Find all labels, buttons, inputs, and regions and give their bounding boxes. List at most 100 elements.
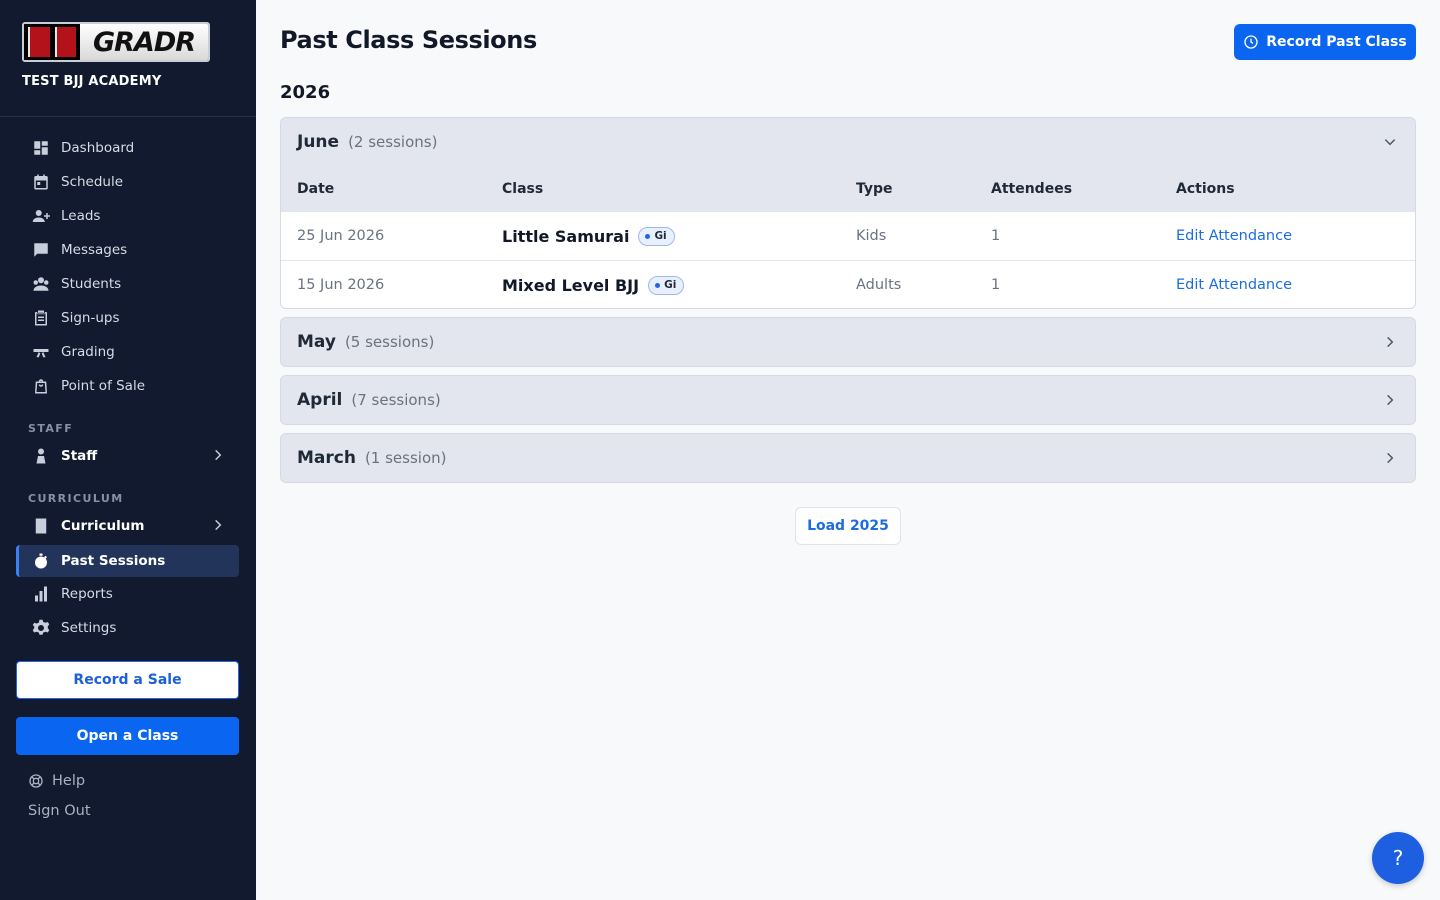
edit-attendance-link[interactable]: Edit Attendance [1176, 261, 1292, 308]
book-icon [32, 517, 50, 535]
sidebar-item-label: Staff [61, 448, 98, 464]
table-row: 25 Jun 2026 Little Samurai Gi Kids 1 Edi… [281, 211, 1415, 260]
class-name: Little Samurai [502, 226, 630, 246]
session-date: 25 Jun 2026 [297, 228, 385, 244]
class-cell: Little Samurai Gi [502, 212, 675, 260]
session-count: (7 sessions) [351, 391, 441, 409]
sidebar-item-reports[interactable]: Reports [16, 578, 239, 610]
chevron-down-icon [1384, 139, 1396, 146]
staff-section-label: STAFF [28, 422, 74, 435]
sidebar-item-label: Dashboard [61, 140, 135, 156]
gi-badge: Gi [648, 275, 685, 295]
curriculum-section-label: CURRICULUM [28, 492, 124, 505]
year-heading: 2026 [280, 82, 331, 103]
sidebar-item-staff[interactable]: Staff [16, 440, 239, 472]
chevron-right-icon [1387, 394, 1394, 406]
class-type: Adults [856, 277, 902, 293]
session-count: (1 session) [364, 449, 447, 467]
sign-out-link[interactable]: Sign Out [28, 803, 91, 819]
gear-icon [32, 619, 50, 637]
class-name: Mixed Level BJJ [502, 275, 640, 295]
sidebar-item-point-of-sale[interactable]: Point of Sale [16, 370, 239, 402]
lifebuoy-icon [29, 774, 43, 788]
sidebar-item-label: Messages [61, 242, 128, 258]
sidebar-item-curriculum[interactable]: Curriculum [16, 510, 239, 542]
sidebar-item-students[interactable]: Students [16, 268, 239, 300]
sidebar-item-label: Settings [61, 620, 117, 636]
badge-label: Gi [664, 279, 677, 291]
help-label: Help [52, 773, 86, 789]
sidebar-item-messages[interactable]: Messages [16, 234, 239, 266]
sidebar: GRADR TEST BJJ ACADEMY Dashboard Schedul… [0, 0, 256, 900]
month-name: March [297, 448, 356, 468]
column-header-type: Type [856, 180, 893, 197]
dot-icon [645, 233, 651, 239]
load-2025-button[interactable]: Load 2025 [795, 507, 901, 545]
sidebar-item-label: Schedule [61, 174, 124, 190]
open-class-button[interactable]: Open a Class [16, 717, 239, 755]
table-row: 15 Jun 2026 Mixed Level BJJ Gi Adults 1 … [281, 260, 1415, 308]
person-icon [32, 447, 50, 465]
calendar-icon [32, 173, 50, 191]
month-name: May [297, 332, 336, 352]
table-header: Date Class Type Attendees Actions [281, 166, 1415, 211]
sidebar-item-settings[interactable]: Settings [16, 612, 239, 644]
record-sale-button[interactable]: Record a Sale [16, 661, 239, 699]
month-group-june: June (2 sessions) Date Class Type Attend… [280, 117, 1416, 309]
academy-name: TEST BJJ ACADEMY [22, 74, 162, 89]
sidebar-item-grading[interactable]: Grading [16, 336, 239, 368]
attendee-count: 1 [991, 277, 1001, 293]
clock-icon [1244, 35, 1258, 49]
edit-attendance-link[interactable]: Edit Attendance [1176, 212, 1292, 260]
group-icon [32, 275, 50, 293]
sidebar-item-label: Point of Sale [61, 378, 146, 394]
month-group-april[interactable]: April (7 sessions) [280, 375, 1416, 425]
record-past-class-label: Record Past Class [1266, 34, 1407, 50]
clipboard-icon [32, 309, 50, 327]
help-fab-button[interactable]: ? [1372, 832, 1424, 884]
sidebar-item-dashboard[interactable]: Dashboard [16, 132, 239, 164]
record-past-class-button[interactable]: Record Past Class [1234, 24, 1416, 60]
sidebar-item-signups[interactable]: Sign-ups [16, 302, 239, 334]
help-link[interactable]: Help [28, 773, 85, 789]
sidebar-item-label: Sign-ups [61, 310, 120, 326]
page-title: Past Class Sessions [280, 26, 537, 54]
column-header-attendees: Attendees [991, 180, 1073, 197]
session-count: (5 sessions) [344, 333, 435, 351]
sidebar-item-label: Curriculum [61, 518, 145, 534]
bar-chart-icon [32, 585, 50, 603]
column-header-date: Date [297, 180, 335, 197]
month-group-may[interactable]: May (5 sessions) [280, 317, 1416, 367]
chevron-right-icon [215, 519, 222, 531]
dot-icon [655, 282, 661, 288]
sidebar-item-label: Past Sessions [61, 553, 166, 569]
chevron-right-icon [1387, 336, 1394, 348]
sidebar-item-label: Leads [61, 208, 101, 224]
column-header-class: Class [502, 180, 544, 197]
month-name: April [297, 390, 343, 410]
month-group-march[interactable]: March (1 session) [280, 433, 1416, 483]
month-header[interactable]: March (1 session) [281, 434, 1415, 482]
session-date: 15 Jun 2026 [297, 277, 385, 293]
dashboard-icon [32, 139, 50, 157]
sidebar-item-label: Reports [61, 586, 113, 602]
gi-badge: Gi [638, 226, 675, 246]
logo-belt-bars [24, 24, 80, 60]
chat-icon [32, 241, 50, 259]
badge-label: Gi [654, 230, 667, 242]
month-header[interactable]: June (2 sessions) [281, 118, 1415, 166]
belt-icon [32, 343, 50, 361]
sidebar-item-leads[interactable]: Leads [16, 200, 239, 232]
chevron-right-icon [215, 449, 222, 461]
month-header[interactable]: May (5 sessions) [281, 318, 1415, 366]
sidebar-item-past-sessions[interactable]: Past Sessions [16, 545, 239, 577]
brand: GRADR TEST BJJ ACADEMY [0, 0, 256, 117]
gradr-logo[interactable]: GRADR [22, 22, 210, 62]
sidebar-item-schedule[interactable]: Schedule [16, 166, 239, 198]
sidebar-item-label: Students [61, 276, 122, 292]
chevron-right-icon [1387, 452, 1394, 464]
month-header[interactable]: April (7 sessions) [281, 376, 1415, 424]
attendee-count: 1 [991, 228, 1001, 244]
column-header-actions: Actions [1176, 180, 1235, 197]
class-cell: Mixed Level BJJ Gi [502, 261, 685, 308]
